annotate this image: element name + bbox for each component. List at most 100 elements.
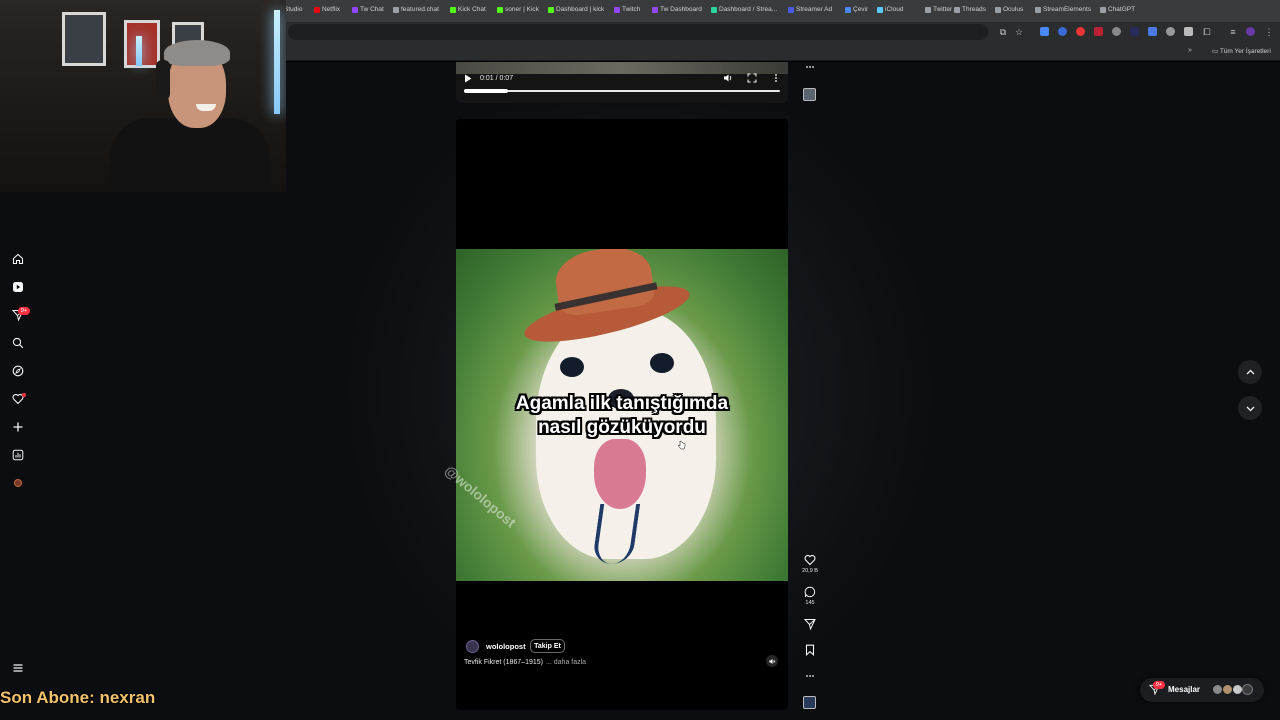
screen: ⧉ ☆ ⧠ ≡ ⋮ Studio Netflix Tw Chat featured.c…: [0, 0, 1280, 720]
home-icon[interactable]: [10, 251, 26, 267]
bookmark-item[interactable]: soner | Kick: [497, 5, 539, 15]
profile-avatar[interactable]: [1246, 27, 1255, 36]
neon-light: [274, 10, 280, 114]
extension-icon[interactable]: [1166, 27, 1175, 36]
volume-icon[interactable]: [723, 73, 733, 83]
extension-icon[interactable]: [1076, 27, 1085, 36]
play-icon[interactable]: [464, 74, 472, 83]
share-send-icon[interactable]: [802, 617, 818, 631]
bookmark-label: soner | Kick: [505, 6, 539, 13]
more-contacts-icon: [1242, 684, 1253, 695]
video-time: 0:01 / 0:07: [480, 75, 514, 82]
bookmark-item[interactable]: Tw Chat: [352, 5, 384, 15]
bookmark-label: Çevir: [853, 6, 869, 13]
bookmark-item[interactable]: Streamer Ad: [788, 5, 832, 15]
more-link[interactable]: ... daha fazla: [546, 659, 586, 666]
bookmark-item[interactable]: Oculus: [995, 5, 1023, 15]
author-name[interactable]: wololopost: [486, 642, 526, 651]
previous-reel-button[interactable]: [1238, 360, 1262, 384]
previous-reel-more-icon[interactable]: [802, 60, 818, 74]
bookmark-item[interactable]: Kick Chat: [450, 5, 486, 15]
reel-description: Tevfik Fikret (1867–1915)... daha fazla: [464, 659, 586, 666]
muted-speaker-icon: [768, 658, 775, 664]
next-reel-button[interactable]: [1238, 396, 1262, 420]
create-plus-icon[interactable]: [10, 419, 26, 435]
browser-menu-icon[interactable]: ⋮: [1264, 27, 1274, 37]
bookmark-label: Threads: [962, 6, 986, 13]
bookmark-label: Kick Chat: [458, 6, 486, 13]
save-bookmark-icon[interactable]: [802, 643, 818, 657]
extension-icon[interactable]: [1184, 27, 1193, 36]
video-progress-track[interactable]: [464, 90, 780, 92]
bookmark-label: Streamer Ad: [796, 6, 833, 13]
extension-icon[interactable]: [1112, 27, 1121, 36]
bookmark-label: Tw Dashboard: [660, 6, 702, 13]
mute-button[interactable]: [766, 655, 778, 667]
streamer-body: [110, 118, 270, 192]
more-options-icon[interactable]: [802, 669, 818, 683]
bookmark-label: Studio: [284, 6, 303, 13]
comment-icon[interactable]: [802, 585, 818, 599]
extension-icon[interactable]: [1130, 27, 1139, 36]
bookmark-label: Oculus: [1003, 6, 1024, 13]
bookmark-favicon-icon: [845, 7, 851, 13]
bookmark-favicon-icon: [1100, 7, 1106, 13]
bookmark-item[interactable]: StreamElements: [1035, 5, 1091, 15]
extension-icon[interactable]: [1058, 27, 1067, 36]
profile-avatar[interactable]: [14, 479, 22, 487]
bookmark-favicon-icon: [393, 7, 399, 13]
webcam-overlay: [0, 0, 286, 192]
fullscreen-icon[interactable]: [747, 73, 757, 83]
audio-thumbnail[interactable]: [803, 88, 816, 101]
bookmark-item[interactable]: Twitter: [925, 5, 952, 15]
bookmark-item[interactable]: Threads: [954, 5, 986, 15]
chevron-up-icon: [1246, 369, 1254, 374]
bookmark-favicon-icon: [314, 7, 320, 13]
video-options-icon[interactable]: [771, 73, 781, 83]
audio-thumbnail[interactable]: [803, 696, 816, 709]
bookmark-star-icon[interactable]: ☆: [1014, 27, 1024, 37]
bookmark-label: StreamElements: [1043, 6, 1092, 13]
extension-icon[interactable]: [1094, 27, 1103, 36]
dog-tongue: [594, 439, 646, 509]
bookmark-item[interactable]: Tw Dashboard: [652, 5, 702, 15]
bookmark-item[interactable]: iCloud: [877, 5, 903, 15]
bookmark-label: Dashboard | kick: [556, 6, 605, 13]
bookmark-favicon-icon: [450, 7, 456, 13]
bookmark-item[interactable]: ChatGPT: [1100, 5, 1135, 15]
reels-icon[interactable]: [10, 279, 26, 295]
bookmark-favicon-icon: [711, 7, 717, 13]
bookmark-item[interactable]: featured.chat: [393, 5, 439, 15]
bookmark-item[interactable]: Dashboard / Strea...: [711, 5, 777, 15]
bookmarks-overflow-icon[interactable]: »: [1188, 47, 1192, 54]
bookmark-label: Tw Chat: [360, 6, 384, 13]
more-menu-icon[interactable]: [10, 660, 26, 676]
neon-light: [136, 36, 142, 66]
all-bookmarks-folder[interactable]: ▭ Tüm Yer İşaretleri: [1212, 47, 1271, 55]
wall-frame: [62, 12, 106, 66]
streamer-hair: [164, 40, 230, 66]
install-app-icon[interactable]: ⧉: [998, 27, 1008, 37]
extensions-puzzle-icon[interactable]: ⧠: [1202, 27, 1212, 37]
bookmark-item[interactable]: Çevir: [845, 5, 868, 15]
explore-compass-icon[interactable]: [10, 363, 26, 379]
tab-search-icon[interactable]: ≡: [1228, 27, 1238, 37]
dashboard-chart-icon[interactable]: [10, 447, 26, 463]
follow-button[interactable]: Takip Et: [530, 639, 565, 653]
chevron-down-icon: [1246, 406, 1254, 411]
bookmark-favicon-icon: [788, 7, 794, 13]
extension-icon[interactable]: [1148, 27, 1157, 36]
messages-badge: 9+: [18, 307, 30, 315]
bookmark-label: featured.chat: [401, 6, 439, 13]
bookmark-item[interactable]: Dashboard | kick: [548, 5, 604, 15]
bookmark-item[interactable]: Twitch: [614, 5, 640, 15]
bookmark-favicon-icon: [652, 7, 658, 13]
author-avatar[interactable]: [466, 640, 479, 653]
bookmark-item[interactable]: Netflix: [314, 5, 340, 15]
search-icon[interactable]: [10, 335, 26, 351]
likes-count: 20,9 B: [802, 568, 818, 574]
address-bar[interactable]: [288, 24, 988, 40]
comments-count: 145: [805, 600, 815, 606]
extension-icon[interactable]: [1040, 27, 1049, 36]
like-heart-icon[interactable]: [802, 553, 818, 567]
